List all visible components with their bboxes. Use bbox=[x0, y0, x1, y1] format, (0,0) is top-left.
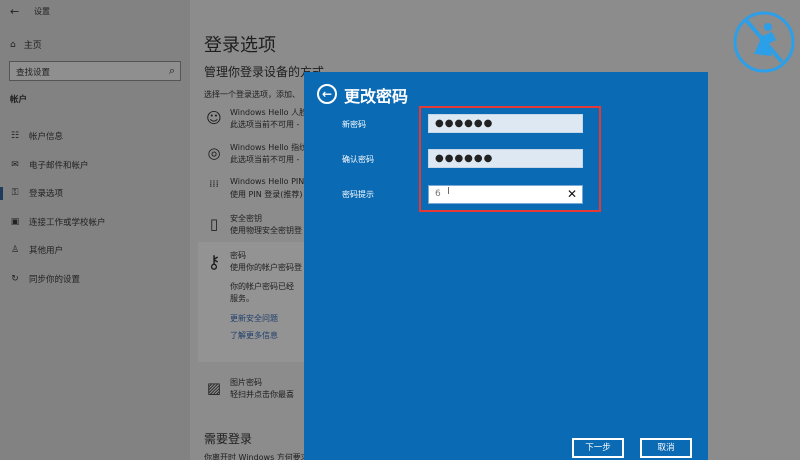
option-desc: 使用你的帐户密码登 bbox=[230, 263, 302, 272]
sidebar-item-account-info[interactable]: ☷ 帐户信息 bbox=[0, 122, 190, 151]
change-password-dialog: ← 更改密码 新密码 ●●●●●● 确认密码 ●●●●●● 密码提示 6 I ✕… bbox=[304, 72, 708, 460]
next-button[interactable]: 下一步 bbox=[572, 438, 624, 458]
search-icon: ⌕ bbox=[168, 64, 175, 77]
update-security-questions-link[interactable]: 更新安全问题 bbox=[230, 313, 278, 324]
option-title: Windows Hello PIN bbox=[230, 177, 305, 186]
mail-icon: ✉ bbox=[11, 159, 19, 170]
keypad-icon: ⁞⁞⁞ bbox=[209, 179, 219, 190]
confirm-password-label: 确认密码 bbox=[342, 155, 374, 164]
sidebar-item-sync-settings[interactable]: ↻ 同步你的设置 bbox=[0, 265, 190, 294]
option-desc: 此选项当前不可用 - bbox=[230, 155, 300, 164]
new-password-label: 新密码 bbox=[342, 120, 366, 129]
watermark-logo-icon bbox=[733, 11, 795, 73]
option-title: 密码 bbox=[230, 251, 246, 260]
face-icon: ☺ bbox=[206, 109, 222, 127]
option-desc: 轻扫并点击你最喜 bbox=[230, 390, 294, 399]
dialog-back-button[interactable]: ← bbox=[317, 84, 337, 104]
key-icon: ⚿ bbox=[11, 188, 19, 199]
key-icon: ⚷ bbox=[207, 252, 221, 273]
sidebar: ← 设置 ⌂ 主页 查找设置 ⌕ 帐户 ☷ 帐户信息 ✉ 电子邮件和帐户 ⚿ 登… bbox=[0, 0, 190, 460]
learn-more-link[interactable]: 了解更多信息 bbox=[230, 330, 278, 341]
sidebar-item-other-users[interactable]: ♙ 其他用户 bbox=[0, 236, 190, 265]
fingerprint-icon: ◎ bbox=[207, 144, 221, 162]
require-signin-title: 需要登录 bbox=[204, 432, 253, 446]
back-arrow-icon: ← bbox=[321, 87, 333, 101]
sidebar-item-label: 电子邮件和帐户 bbox=[29, 160, 89, 171]
password-more-text: 服务。 bbox=[230, 294, 254, 303]
sidebar-nav: ☷ 帐户信息 ✉ 电子邮件和帐户 ⚿ 登录选项 ▣ 连接工作或学校帐户 ♙ 其他… bbox=[0, 122, 190, 293]
home-nav[interactable]: ⌂ 主页 bbox=[10, 38, 42, 52]
highlight-box bbox=[419, 106, 601, 212]
sidebar-item-label: 同步你的设置 bbox=[29, 274, 81, 285]
home-icon: ⌂ bbox=[10, 39, 16, 50]
sidebar-item-label: 帐户信息 bbox=[29, 132, 64, 143]
option-title: 图片密码 bbox=[230, 378, 262, 387]
search-placeholder: 查找设置 bbox=[16, 68, 51, 78]
option-desc: 使用 PIN 登录(推荐) bbox=[230, 190, 303, 199]
sidebar-item-email-accounts[interactable]: ✉ 电子邮件和帐户 bbox=[0, 151, 190, 180]
cancel-button[interactable]: 取消 bbox=[640, 438, 692, 458]
option-title: Windows Hello 人脸 bbox=[230, 108, 308, 117]
window-title: 设置 bbox=[34, 7, 50, 16]
home-label: 主页 bbox=[23, 41, 42, 51]
sidebar-item-sign-in-options[interactable]: ⚿ 登录选项 bbox=[0, 179, 190, 208]
person-card-icon: ☷ bbox=[10, 131, 20, 142]
option-title: 安全密钥 bbox=[230, 214, 262, 223]
sync-icon: ↻ bbox=[11, 273, 19, 284]
password-more-text: 你的帐户密码已经 bbox=[230, 282, 294, 291]
section-label-accounts: 帐户 bbox=[10, 95, 28, 105]
page-title: 登录选项 bbox=[204, 35, 276, 56]
password-hint-label: 密码提示 bbox=[342, 190, 374, 199]
sidebar-item-label: 其他用户 bbox=[29, 246, 64, 257]
option-desc: 使用物理安全密钥登 bbox=[230, 226, 302, 235]
option-title: Windows Hello 指纹 bbox=[230, 143, 308, 152]
option-desc: 此选项当前不可用 - bbox=[230, 120, 300, 129]
briefcase-icon: ▣ bbox=[10, 216, 20, 227]
sidebar-item-label: 连接工作或学校帐户 bbox=[29, 217, 106, 228]
require-signin-sub: 你离开时 Windows 方何要求 bbox=[204, 453, 309, 460]
dialog-title: 更改密码 bbox=[344, 87, 409, 106]
back-arrow-icon[interactable]: ← bbox=[10, 5, 19, 18]
family-icon: ♙ bbox=[10, 245, 20, 256]
page-description: 选择一个登录选项，添加、 bbox=[204, 90, 300, 99]
sidebar-item-label: 登录选项 bbox=[29, 189, 64, 200]
picture-icon: ▨ bbox=[206, 379, 222, 397]
search-input[interactable]: 查找设置 ⌕ bbox=[9, 61, 181, 81]
usb-key-icon: ▯ bbox=[209, 215, 219, 233]
sidebar-item-work-school[interactable]: ▣ 连接工作或学校帐户 bbox=[0, 208, 190, 237]
